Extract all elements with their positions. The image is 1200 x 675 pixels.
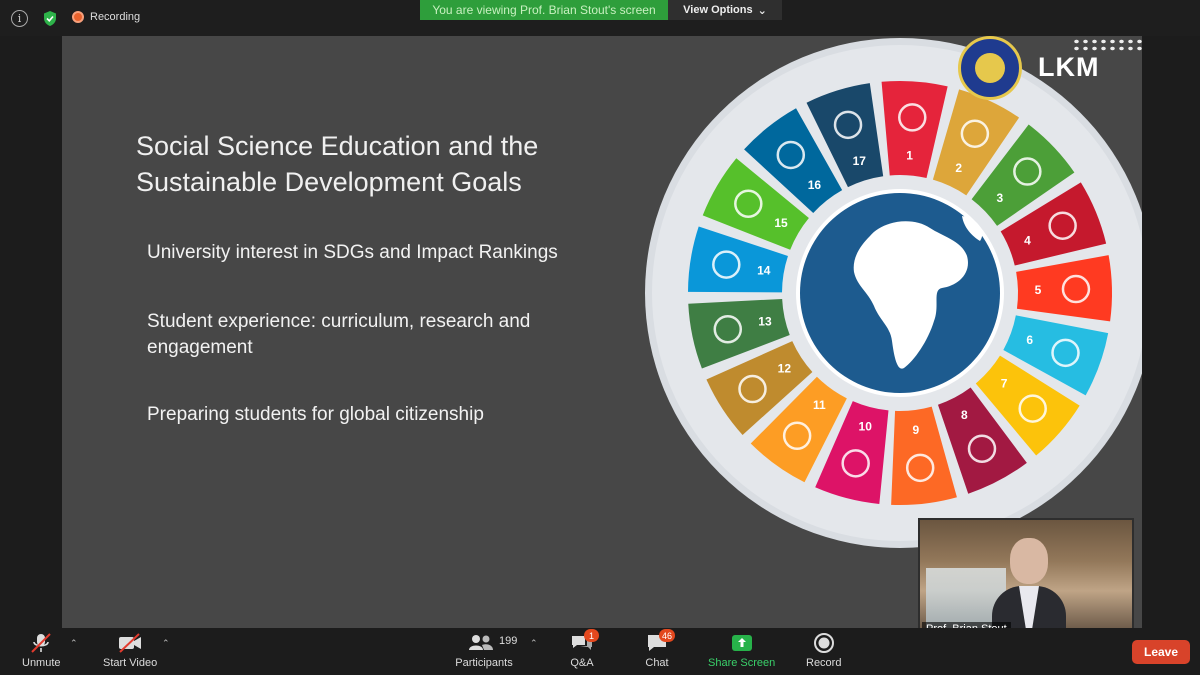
chat-label: Chat — [645, 657, 669, 669]
sdg-goal-number: 11 — [813, 398, 826, 412]
sdg-goal-number: 8 — [961, 408, 968, 422]
start-video-label: Start Video — [103, 657, 158, 669]
record-label: Record — [806, 657, 842, 669]
sdg-goal-number: 13 — [758, 314, 772, 328]
sdg-goal-number: 9 — [912, 423, 919, 437]
sdg-goal-number: 6 — [1026, 333, 1033, 347]
university-seal-icon — [958, 36, 1022, 100]
zoom-meeting-window: i Recording You are viewing Prof. Brian … — [0, 0, 1200, 675]
participants-button[interactable]: 199 Participants — [455, 632, 517, 669]
record-icon — [813, 632, 835, 654]
shield-icon[interactable] — [41, 10, 58, 27]
video-options-chevron-icon[interactable]: ⌃ — [162, 638, 170, 649]
sdg-goal-number: 2 — [955, 161, 962, 175]
sdg-goal-number: 4 — [1024, 233, 1031, 247]
slide-title: Social Science Education and the Sustain… — [136, 131, 539, 197]
record-button[interactable]: Record — [806, 632, 841, 669]
logo-area: LKM — [958, 36, 1142, 100]
recording-label: Recording — [90, 11, 141, 23]
lkm-dots-icon — [1072, 38, 1142, 52]
sdg-goal-number: 10 — [859, 420, 873, 434]
meeting-toolbar: Unmute ⌃ Start Video ⌃ 199 Participants … — [0, 628, 1200, 675]
video-off-icon — [117, 632, 143, 654]
leave-button[interactable]: Leave — [1132, 640, 1190, 664]
chat-button[interactable]: 46 Chat — [645, 629, 676, 669]
start-video-button[interactable]: Start Video — [103, 632, 157, 669]
sdg-goal-number: 14 — [757, 264, 771, 278]
recording-dot-icon — [72, 11, 84, 23]
share-screen-button[interactable]: Share Screen — [708, 632, 775, 669]
participant-count: 199 — [499, 635, 518, 647]
unmute-label: Unmute — [22, 657, 61, 669]
lkm-logo: LKM — [1038, 52, 1100, 82]
muted-microphone-icon — [29, 632, 53, 654]
slide-bullet: Student experience: curriculum, research… — [147, 311, 531, 358]
viewing-screen-banner: You are viewing Prof. Brian Stout's scre… — [420, 0, 668, 20]
sdg-goal-number: 12 — [778, 361, 792, 375]
participants-options-chevron-icon[interactable]: ⌃ — [530, 638, 538, 649]
sdg-goal-number: 17 — [853, 154, 867, 168]
chat-badge: 46 — [659, 629, 676, 642]
recording-indicator[interactable]: Recording — [72, 11, 140, 23]
speaker-video-thumbnail[interactable]: Prof. Brian Stout — [918, 518, 1134, 640]
info-icon[interactable]: i — [11, 10, 28, 27]
slide-bullet: University interest in SDGs and Impact R… — [147, 242, 558, 263]
sdg-goal-number: 7 — [1001, 377, 1008, 391]
sdg-goal-number: 16 — [808, 178, 822, 192]
share-screen-label: Share Screen — [708, 657, 776, 669]
slide-bullet: Preparing students for global citizenshi… — [147, 404, 484, 425]
chat-icon: 46 — [645, 629, 676, 654]
qa-button[interactable]: 1 Q&A — [570, 629, 599, 669]
participants-label: Participants — [455, 657, 513, 669]
meeting-top-bar: i Recording You are viewing Prof. Brian … — [0, 0, 1200, 36]
chevron-down-icon: ⌄ — [757, 4, 767, 17]
view-options-button[interactable]: View Options ⌄ — [668, 0, 782, 20]
sdg-goal-number: 5 — [1035, 283, 1042, 297]
audio-options-chevron-icon[interactable]: ⌃ — [70, 638, 78, 649]
participants-icon: 199 — [455, 632, 517, 654]
view-options-label: View Options — [683, 4, 753, 16]
sdg-goal-number: 15 — [774, 216, 788, 230]
share-screen-icon — [730, 632, 754, 654]
sdg-goal-number: 3 — [997, 191, 1004, 205]
qa-badge: 1 — [584, 629, 599, 642]
qa-icon: 1 — [570, 629, 599, 654]
sdg-goal-number: 1 — [906, 148, 913, 162]
unmute-button[interactable]: Unmute — [22, 632, 61, 669]
qa-label: Q&A — [570, 657, 594, 669]
